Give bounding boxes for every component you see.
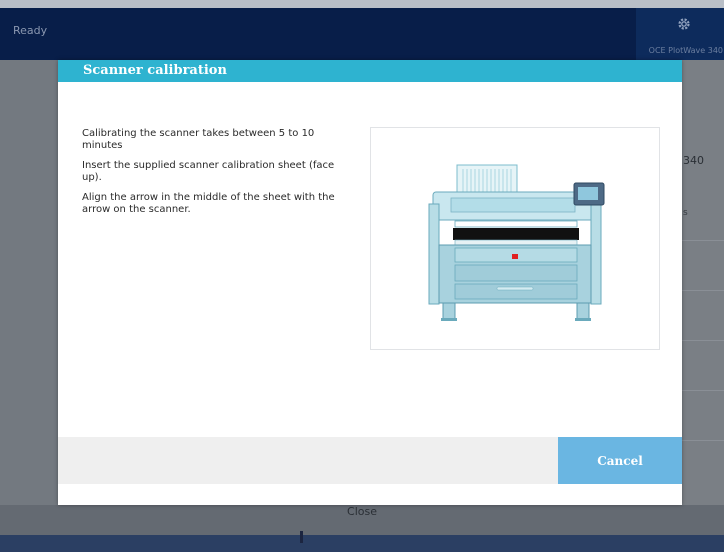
instruction-insert-sheet: Insert the supplied scanner calibration … bbox=[82, 160, 335, 183]
gear-icon[interactable] bbox=[677, 17, 691, 31]
background-left-panel bbox=[0, 60, 58, 552]
top-status-bar: Ready bbox=[0, 8, 724, 60]
footer-marker bbox=[300, 531, 303, 543]
background-model-text: 340 bbox=[683, 154, 704, 167]
cancel-button[interactable]: Cancel bbox=[558, 437, 682, 484]
scanner-calibration-dialog: Scanner calibration Calibrating the scan… bbox=[58, 60, 682, 505]
status-label: Ready bbox=[13, 24, 48, 37]
footer-strip bbox=[0, 535, 724, 552]
instructions: Calibrating the scanner takes between 5 … bbox=[82, 128, 352, 224]
printer-scanner-illustration bbox=[428, 164, 605, 321]
close-button[interactable]: Close bbox=[0, 505, 724, 519]
dialog-header: Scanner calibration bbox=[58, 60, 682, 82]
dialog-title: Scanner calibration bbox=[83, 63, 227, 78]
top-strip bbox=[0, 0, 724, 8]
instruction-duration: Calibrating the scanner takes between 5 … bbox=[82, 128, 315, 151]
background-sub-text: s bbox=[683, 208, 688, 218]
background-right-panel bbox=[682, 60, 724, 552]
scanner-illustration-box bbox=[370, 127, 660, 350]
instruction-align-arrow: Align the arrow in the middle of the she… bbox=[82, 192, 335, 215]
device-name: OCE PlotWave 340 bbox=[648, 46, 723, 55]
